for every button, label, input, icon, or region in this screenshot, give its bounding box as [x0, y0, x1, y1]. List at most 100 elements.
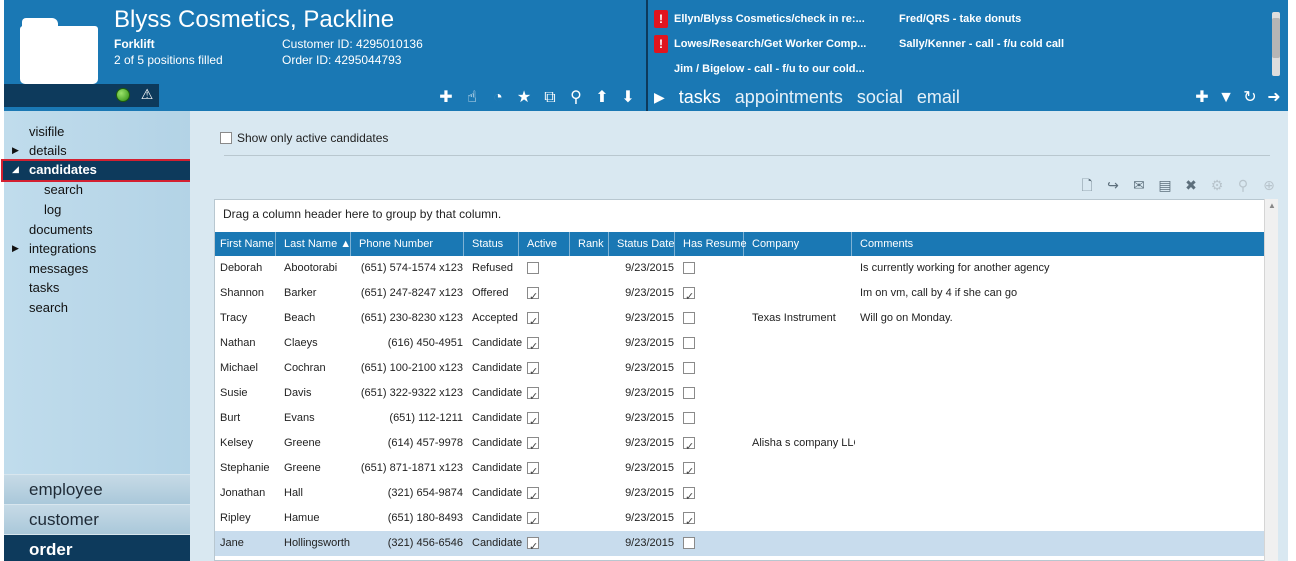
close-icon[interactable]: ✖: [1182, 176, 1200, 194]
active-checkbox[interactable]: [527, 535, 539, 556]
resume-checkbox[interactable]: [683, 362, 695, 374]
play-icon[interactable]: ▶: [654, 89, 665, 106]
active-only-toggle[interactable]: Show only active candidates: [220, 131, 388, 145]
column-has-resume[interactable]: Has Resume: [678, 232, 747, 256]
column-status[interactable]: Status: [467, 232, 519, 256]
resume-checkbox[interactable]: [683, 387, 695, 399]
gear-icon[interactable]: ⚙: [1208, 176, 1226, 194]
table-row[interactable]: Ripley Hamue (651) 180-8493 Candidate 9/23/2…: [215, 506, 1265, 531]
resume-checkbox[interactable]: [683, 285, 695, 306]
search-icon[interactable]: ⚲: [566, 88, 586, 108]
scroll-up-icon[interactable]: ▲: [1268, 201, 1276, 210]
notification-item[interactable]: Sally/Kenner - call - f/u cold call: [899, 38, 1064, 50]
add-icon[interactable]: ✚: [436, 88, 456, 108]
active-checkbox[interactable]: [527, 460, 539, 481]
active-checkbox[interactable]: [527, 410, 539, 431]
resume-checkbox[interactable]: [683, 460, 695, 481]
resume-checkbox[interactable]: [683, 262, 695, 274]
nav-employee[interactable]: employee: [4, 474, 204, 504]
expand-arrow-icon[interactable]: ▶: [12, 145, 19, 156]
active-checkbox[interactable]: [527, 385, 539, 406]
active-checkbox[interactable]: [527, 262, 539, 274]
cell-status-date: 9/23/2015: [625, 262, 674, 274]
active-checkbox[interactable]: [527, 335, 539, 356]
active-checkbox[interactable]: [527, 360, 539, 381]
filter-icon[interactable]: ▼: [1216, 88, 1236, 108]
table-row[interactable]: Shannon Barker (651) 247-8247 x123 Offered 9…: [215, 281, 1265, 306]
column-comments[interactable]: Comments: [855, 232, 1265, 256]
grid-scrollbar[interactable]: ▲: [1264, 199, 1278, 561]
column-company[interactable]: Company: [747, 232, 852, 256]
notification-item[interactable]: Fred/QRS - take donuts: [899, 13, 1021, 25]
arrow-down-icon[interactable]: ⬇: [618, 88, 638, 108]
sidebar-item-visifile[interactable]: visifile: [4, 122, 190, 142]
notification-item[interactable]: Ellyn/Blyss Cosmetics/check in re:...: [674, 13, 865, 25]
sidebar-item-search[interactable]: search: [4, 298, 190, 318]
table-row[interactable]: Kelsey Greene (614) 457-9978 Candidate 9/23/…: [215, 431, 1265, 456]
cell-rank: [573, 331, 612, 356]
column-status-date[interactable]: Status Date: [612, 232, 675, 256]
resume-checkbox[interactable]: [683, 337, 695, 349]
table-row[interactable]: Burt Evans (651) 112-1211 Candidate 9/23/201…: [215, 406, 1265, 431]
column-active[interactable]: Active: [522, 232, 570, 256]
sidebar-item-documents[interactable]: documents: [4, 220, 190, 240]
sidebar-item-integrations[interactable]: ▶ integrations: [4, 239, 190, 259]
sidebar-item-candidates-search[interactable]: search: [4, 180, 190, 200]
table-row[interactable]: Tracy Beach (651) 230-8230 x123 Accepted 9/2…: [215, 306, 1265, 331]
zoom-icon[interactable]: ⚲: [1234, 176, 1252, 194]
resume-checkbox[interactable]: [683, 485, 695, 506]
active-only-checkbox[interactable]: [220, 132, 232, 144]
warning-icon[interactable]: ⚠: [139, 86, 155, 102]
sidebar-item-messages[interactable]: messages: [4, 259, 190, 279]
table-row[interactable]: Jonathan Hall (321) 654-9874 Candidate 9/23/…: [215, 481, 1265, 506]
arrow-up-icon[interactable]: ⬆: [592, 88, 612, 108]
column-first-name[interactable]: First Name: [215, 232, 276, 256]
pie-icon[interactable]: ◔: [488, 88, 508, 108]
tab-appointments[interactable]: appointments: [735, 87, 843, 108]
table-row[interactable]: Susie Davis (651) 322-9322 x123 Candidate 9/…: [215, 381, 1265, 406]
nav-customer[interactable]: customer: [4, 504, 204, 534]
column-last-name[interactable]: Last Name ▲: [279, 232, 351, 256]
active-checkbox[interactable]: [527, 510, 539, 531]
notification-item[interactable]: Jim / Bigelow - call - f/u to our cold..…: [674, 63, 865, 75]
active-checkbox[interactable]: [527, 285, 539, 306]
star-icon[interactable]: ★: [514, 88, 534, 108]
forward-icon[interactable]: ↪: [1104, 176, 1122, 194]
resume-checkbox[interactable]: [683, 537, 695, 549]
hand-icon[interactable]: ☝: [462, 88, 482, 108]
active-checkbox[interactable]: [527, 485, 539, 506]
tab-tasks[interactable]: tasks: [679, 87, 721, 108]
mail-icon[interactable]: ✉: [1130, 176, 1148, 194]
expand-arrow-icon[interactable]: ▶: [12, 243, 19, 254]
column-phone[interactable]: Phone Number: [354, 232, 464, 256]
active-checkbox[interactable]: [527, 310, 539, 331]
sidebar-item-tasks[interactable]: tasks: [4, 278, 190, 298]
resume-checkbox[interactable]: [683, 412, 695, 424]
sidebar-item-log[interactable]: log: [4, 200, 190, 220]
resume-checkbox[interactable]: [683, 435, 695, 456]
resume-checkbox[interactable]: [683, 510, 695, 531]
table-row[interactable]: Michael Cochran (651) 100-2100 x123 Candida…: [215, 356, 1265, 381]
notifications-scrollbar[interactable]: [1272, 12, 1280, 76]
notification-item[interactable]: Lowes/Research/Get Worker Comp...: [674, 38, 866, 50]
column-rank[interactable]: Rank: [573, 232, 609, 256]
tab-social[interactable]: social: [857, 87, 903, 108]
clipboard-icon[interactable]: ▤: [1156, 176, 1174, 194]
table-row[interactable]: Nathan Claeys (616) 450-4951 Candidate 9/23/…: [215, 331, 1265, 356]
collapse-arrow-icon[interactable]: ◢: [12, 164, 19, 175]
add-icon[interactable]: ✚: [1192, 88, 1212, 108]
tab-email[interactable]: email: [917, 87, 960, 108]
resume-checkbox[interactable]: [683, 312, 695, 324]
arrow-right-icon[interactable]: ➜: [1264, 88, 1284, 108]
document-icon[interactable]: 🗋: [1078, 176, 1096, 194]
table-row[interactable]: Jane Hollingsworth (321) 456-6546 Candidate…: [215, 531, 1265, 556]
active-checkbox[interactable]: [527, 435, 539, 456]
nav-order[interactable]: order: [4, 534, 204, 561]
sidebar-item-details[interactable]: ▶ details: [4, 141, 190, 161]
table-row[interactable]: Stephanie Greene (651) 871-1871 x123 Candid…: [215, 456, 1265, 481]
open-external-icon[interactable]: ⧉: [540, 88, 560, 108]
refresh-icon[interactable]: ↻: [1240, 88, 1260, 108]
sidebar-item-candidates[interactable]: ◢ candidates: [1, 159, 209, 182]
zoom-in-icon[interactable]: ⊕: [1260, 176, 1278, 194]
table-row[interactable]: Deborah Abootorabi (651) 574-1574 x123 Refu…: [215, 256, 1265, 281]
